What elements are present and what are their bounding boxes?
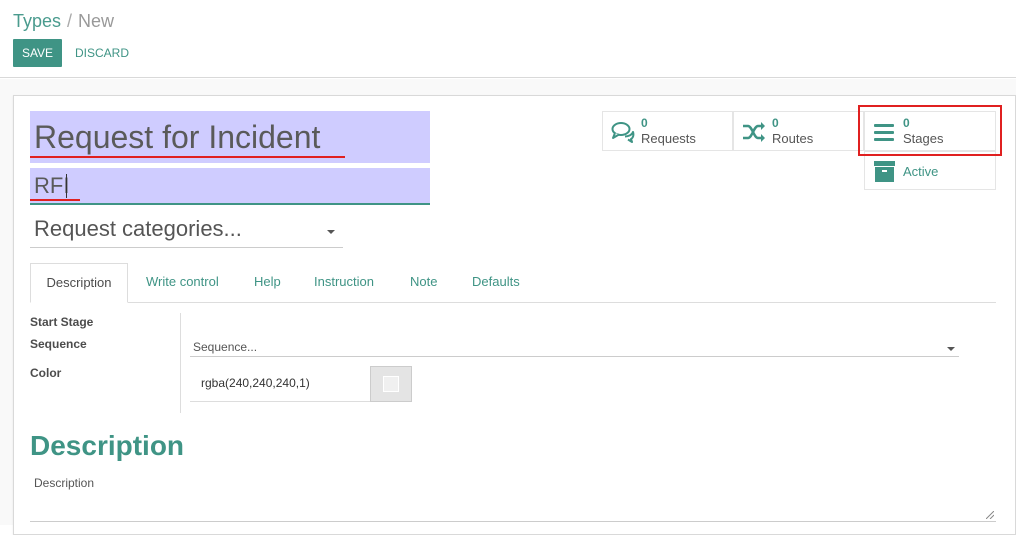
text-cursor (66, 174, 67, 198)
tab-instruction[interactable]: Instruction (314, 263, 374, 303)
tab-description[interactable]: Description (30, 263, 128, 303)
tab-write-control[interactable]: Write control (146, 263, 219, 303)
code-annotation-underline (30, 199, 80, 201)
chevron-down-icon (327, 230, 335, 234)
name-annotation-underline (30, 156, 345, 158)
categories-placeholder: Request categories... (34, 216, 242, 241)
active-toggle-button[interactable]: Active (864, 151, 996, 190)
color-value: rgba(240,240,240,1) (201, 376, 310, 390)
save-button[interactable]: SAVE (13, 39, 62, 67)
sequence-select[interactable]: Sequence... (190, 337, 959, 357)
chevron-down-icon (947, 347, 955, 351)
stages-annotation-box (858, 105, 1002, 156)
code-field-value: RFI (34, 173, 70, 198)
discard-button[interactable]: DISCARD (75, 39, 129, 67)
color-label: Color (30, 366, 62, 380)
description-placeholder: Description (34, 476, 95, 490)
resize-handle-icon[interactable] (986, 511, 994, 519)
active-label: Active (903, 164, 939, 179)
request-categories-select[interactable]: Request categories... (30, 213, 343, 248)
sequence-placeholder: Sequence... (193, 340, 258, 354)
description-textarea[interactable] (30, 470, 996, 522)
control-panel: Types / New SAVE DISCARD (0, 0, 1016, 78)
color-swatch (383, 376, 399, 392)
notebook-tabs: Description Write control Help Instructi… (30, 263, 996, 303)
routes-stat-button[interactable]: 0 Routes (733, 111, 864, 151)
requests-label: Requests (641, 131, 696, 146)
breadcrumb-current: New (78, 11, 115, 31)
breadcrumb: Types / New (13, 11, 114, 32)
field-divider (180, 313, 181, 413)
color-picker-button[interactable] (370, 366, 412, 402)
breadcrumb-separator: / (67, 11, 73, 31)
requests-stat-button[interactable]: 0 Requests (602, 111, 733, 151)
random-icon (742, 121, 766, 143)
breadcrumb-types-link[interactable]: Types (13, 11, 61, 31)
name-field-value: Request for Incident (34, 119, 321, 155)
comments-icon (611, 121, 635, 143)
archive-icon (873, 161, 897, 183)
routes-count: 0 (772, 116, 779, 130)
tab-defaults[interactable]: Defaults (472, 263, 520, 303)
tab-note[interactable]: Note (410, 263, 437, 303)
description-heading: Description (30, 430, 185, 461)
start-stage-label: Start Stage (30, 315, 94, 329)
tab-help[interactable]: Help (254, 263, 281, 303)
code-field[interactable]: RFI (30, 168, 430, 205)
sequence-label: Sequence (30, 337, 87, 351)
routes-label: Routes (772, 131, 814, 146)
requests-count: 0 (641, 116, 648, 130)
